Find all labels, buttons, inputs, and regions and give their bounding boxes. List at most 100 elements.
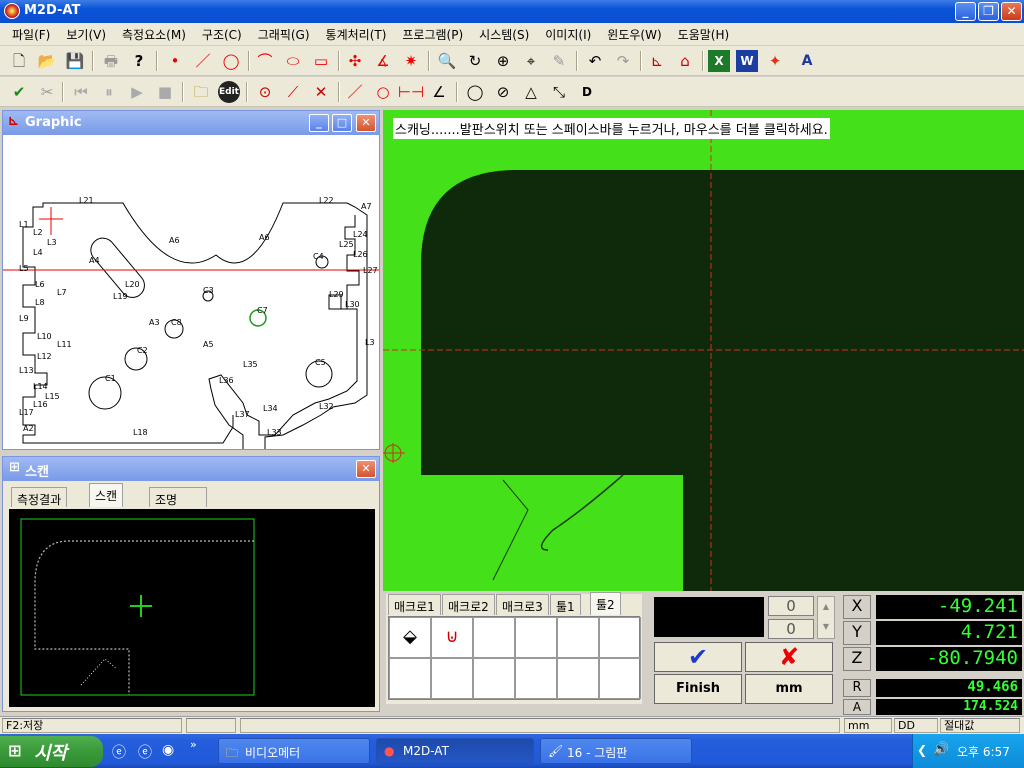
app-icon[interactable] (4, 3, 20, 19)
ellipse-icon[interactable]: ⬭ (282, 50, 304, 72)
line-icon[interactable]: ／ (192, 50, 214, 72)
task-videometer[interactable]: 🗀 비디오메터 (218, 738, 370, 764)
start-button[interactable]: ⊞ 시작 (0, 736, 103, 767)
angle-measure-icon[interactable]: ∠ (428, 81, 450, 103)
graphic-canvas[interactable]: L21 L22 A7 L1 L2 L3 A6 A6 L24 L25 L26 L4… (3, 135, 379, 449)
tool-slot[interactable] (389, 658, 431, 699)
circle-point-icon[interactable]: ⊙ (254, 81, 276, 103)
tab-tool2[interactable]: 툴2 (590, 592, 621, 615)
spark-icon[interactable]: ✷ (400, 50, 422, 72)
tab-tool1[interactable]: 툴1 (550, 594, 581, 615)
graphic-close-button[interactable]: ✕ (356, 114, 376, 132)
tool-slot[interactable] (473, 617, 515, 658)
menu-window[interactable]: 윈도우(W) (599, 26, 669, 43)
tools-icon[interactable]: ✂ (36, 81, 58, 103)
finish-button[interactable]: Finish (654, 674, 742, 704)
quicklaunch-ie-icon[interactable]: ⓔ (112, 742, 126, 762)
crosshair-icon[interactable]: ⌖ (520, 50, 542, 72)
cancel-button[interactable]: ✘ (745, 642, 833, 672)
tray-expand-icon[interactable]: ❮ (917, 743, 927, 757)
quicklaunch-more-icon[interactable]: » (190, 738, 197, 751)
tab-lighting[interactable]: 조명 (149, 487, 207, 507)
scan-preview[interactable] (9, 509, 375, 707)
menu-system[interactable]: 시스템(S) (471, 26, 537, 43)
text-icon[interactable]: A (796, 50, 818, 72)
redo-icon[interactable]: ↷ (612, 50, 634, 72)
stop-icon[interactable]: ■ (154, 81, 176, 103)
menu-measure[interactable]: 측정요소(M) (114, 26, 194, 43)
circle-fit-icon[interactable]: ◯ (464, 81, 486, 103)
menu-view[interactable]: 보기(V) (58, 26, 114, 43)
tool-edge-icon[interactable]: ⬙ (389, 617, 431, 658)
menu-program[interactable]: 프로그램(P) (394, 26, 471, 43)
tool-slot[interactable] (473, 658, 515, 699)
folder-icon[interactable]: 🗀 (190, 81, 212, 103)
word-icon[interactable]: W (736, 50, 758, 72)
menu-help[interactable]: 도움말(H) (670, 26, 738, 43)
pause-icon[interactable]: ⏸ (98, 81, 120, 103)
confirm-button[interactable]: ✔ (654, 642, 742, 672)
menu-construct[interactable]: 구조(C) (194, 26, 250, 43)
maximize-button[interactable]: ❐ (978, 2, 999, 21)
edit-icon[interactable]: Edit (218, 81, 240, 103)
dimension-icon[interactable]: D (576, 81, 598, 103)
quicklaunch-media-icon[interactable]: ◉ (162, 742, 174, 758)
counter-top[interactable]: 0 (768, 596, 814, 616)
new-file-icon[interactable]: 🗋 (8, 50, 30, 72)
circle-measure-icon[interactable]: ○ (372, 81, 394, 103)
tab-macro3[interactable]: 매크로3 (496, 594, 549, 615)
counter-bottom[interactable]: 0 (768, 619, 814, 639)
scan-close-button[interactable]: ✕ (356, 460, 376, 478)
intersection-icon[interactable]: ✣ (344, 50, 366, 72)
quicklaunch-explorer-icon[interactable]: ⓔ (138, 742, 152, 762)
minimize-button[interactable]: _ (955, 2, 976, 21)
home-icon[interactable]: ⌂ (674, 50, 696, 72)
diagonal-icon[interactable]: ⤡ (548, 81, 570, 103)
tool-slot[interactable] (557, 617, 599, 658)
task-paint[interactable]: 🖌 16 - 그림판 (540, 738, 692, 764)
close-button[interactable]: ✕ (1001, 2, 1022, 21)
rectangle-icon[interactable]: ▭ (310, 50, 332, 72)
graphic-maximize-button[interactable]: □ (332, 114, 352, 132)
tab-macro1[interactable]: 매크로1 (388, 594, 441, 615)
diameter-icon[interactable]: ⊘ (492, 81, 514, 103)
graphic-minimize-button[interactable]: _ (309, 114, 329, 132)
tool-slot[interactable] (599, 617, 641, 658)
target-icon[interactable]: ⊕ (492, 50, 514, 72)
distance-icon[interactable]: ⊢⊣ (398, 81, 424, 103)
camera-view[interactable]: 스캐닝.......발판스위치 또는 스페이스바를 누르거나, 마우스를 더블 … (383, 110, 1024, 591)
check-multi-icon[interactable]: ✔ (8, 81, 30, 103)
point-icon[interactable]: • (164, 50, 186, 72)
pen-icon[interactable]: ✎ (548, 50, 570, 72)
excel-icon[interactable]: X (708, 50, 730, 72)
volume-icon[interactable]: 🔊 (933, 742, 949, 757)
menu-graphic[interactable]: 그래픽(G) (250, 26, 318, 43)
undo-icon[interactable]: ↶ (584, 50, 606, 72)
menu-file[interactable]: 파일(F) (4, 26, 58, 43)
tool-slot[interactable] (515, 617, 557, 658)
angle-icon[interactable]: ∡ (372, 50, 394, 72)
tab-scan[interactable]: 스캔 (89, 483, 124, 507)
task-m2d-at[interactable]: ● M2D-AT (376, 738, 534, 764)
print-icon[interactable]: 🖶 (100, 50, 122, 72)
axis-icon[interactable]: ⊾ (646, 50, 668, 72)
tool-slot[interactable] (431, 658, 473, 699)
tab-results[interactable]: 측정결과 (11, 487, 68, 507)
help-icon[interactable]: ? (128, 50, 150, 72)
cross-icon[interactable]: ✕ (310, 81, 332, 103)
step-play-icon[interactable]: ⏮ (70, 81, 92, 103)
menu-image[interactable]: 이미지(I) (537, 26, 599, 43)
clock[interactable]: 오후 6:57 (957, 743, 1010, 760)
line-measure-icon[interactable]: ／ (344, 81, 366, 103)
arc-icon[interactable]: ⌒ (254, 50, 276, 72)
tool-slot[interactable] (515, 658, 557, 699)
save-icon[interactable]: 💾 (64, 50, 86, 72)
tool-slot[interactable] (599, 658, 641, 699)
play-icon[interactable]: ▶ (126, 81, 148, 103)
unit-button[interactable]: mm (745, 674, 833, 704)
menu-statistics[interactable]: 통계처리(T) (318, 26, 395, 43)
segment-icon[interactable]: ⟋ (282, 81, 304, 103)
tool-cup-icon[interactable]: ⊍ (431, 617, 473, 658)
zoom-icon[interactable]: 🔍 (436, 50, 458, 72)
rotate-zoom-icon[interactable]: ↻ (464, 50, 486, 72)
